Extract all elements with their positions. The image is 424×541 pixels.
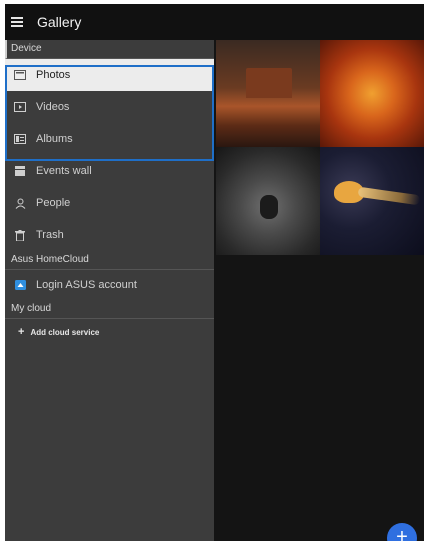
app-bar: Gallery bbox=[5, 4, 424, 40]
albums-icon bbox=[14, 133, 26, 145]
navigation-drawer: Device Photos Videos Albums Events wall bbox=[5, 40, 214, 541]
hamburger-menu-icon[interactable] bbox=[11, 17, 23, 27]
photo-thumbnail-flower[interactable] bbox=[320, 40, 424, 147]
drawer-item-trash[interactable]: Trash bbox=[5, 219, 214, 251]
add-cloud-service-button[interactable]: + Add cloud service bbox=[5, 319, 214, 345]
plus-icon: + bbox=[18, 326, 25, 338]
add-cloud-service-label: Add cloud service bbox=[30, 327, 100, 337]
drawer-item-label: Trash bbox=[36, 229, 64, 241]
photo-grid bbox=[216, 40, 424, 255]
section-header-device: Device bbox=[5, 40, 214, 59]
photo-thumbnail-koala[interactable] bbox=[216, 147, 320, 255]
photo-thumbnail-jellyfish[interactable] bbox=[320, 147, 424, 255]
trash-icon bbox=[14, 229, 26, 241]
drawer-item-label: Login ASUS account bbox=[36, 279, 137, 291]
app-title: Gallery bbox=[37, 14, 82, 30]
drawer-item-people[interactable]: People bbox=[5, 187, 214, 219]
drawer-item-events-wall[interactable]: Events wall bbox=[5, 155, 214, 187]
people-icon bbox=[14, 197, 26, 209]
gallery-app: Gallery Device Photos Videos Albums Even… bbox=[5, 4, 424, 541]
add-fab-button[interactable]: + bbox=[387, 523, 417, 541]
events-wall-icon bbox=[14, 165, 26, 177]
section-header-asus-homecloud: Asus HomeCloud bbox=[5, 251, 214, 270]
drawer-item-label: Albums bbox=[36, 133, 73, 145]
drawer-item-albums[interactable]: Albums bbox=[5, 123, 214, 155]
drawer-item-label: People bbox=[36, 197, 71, 209]
photos-icon bbox=[14, 69, 26, 81]
drawer-item-label: Videos bbox=[36, 101, 70, 113]
drawer-item-photos[interactable]: Photos bbox=[5, 59, 214, 91]
videos-icon bbox=[14, 101, 26, 113]
drawer-item-login-asus[interactable]: Login ASUS account bbox=[5, 270, 214, 300]
photo-thumbnail-desert[interactable] bbox=[216, 40, 320, 147]
drawer-item-label: Photos bbox=[36, 69, 71, 81]
drawer-item-videos[interactable]: Videos bbox=[5, 91, 214, 123]
asus-homecloud-icon bbox=[14, 279, 26, 291]
drawer-item-label: Events wall bbox=[36, 165, 92, 177]
add-icon: + bbox=[396, 526, 408, 541]
section-header-my-cloud: My cloud bbox=[5, 300, 214, 319]
